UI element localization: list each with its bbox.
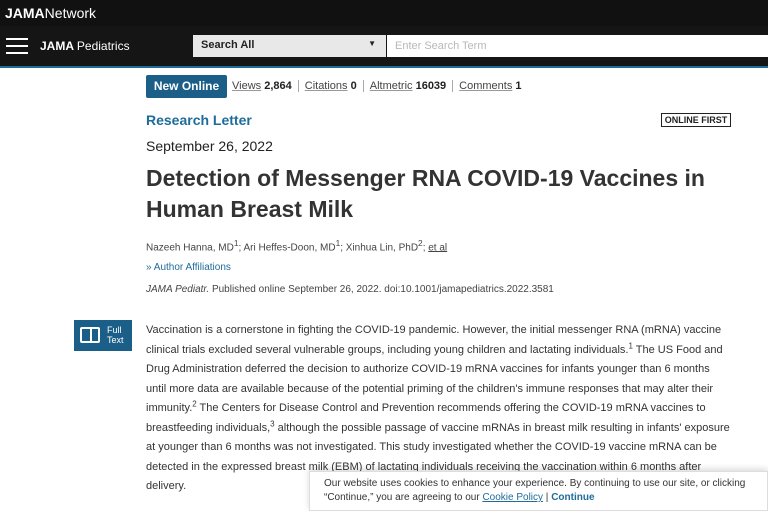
author-affiliations-toggle[interactable]: » Author Affiliations bbox=[146, 262, 231, 273]
metric-views[interactable]: Views 2,864 bbox=[232, 80, 299, 92]
publication-date: September 26, 2022 bbox=[146, 138, 273, 154]
article-title: Detection of Messenger RNA COVID-19 Vacc… bbox=[146, 165, 705, 222]
author-name[interactable]: Ari Heffes-Doon, MD bbox=[243, 242, 335, 253]
cookie-policy-link[interactable]: Cookie Policy bbox=[482, 492, 543, 503]
journal-logo[interactable]: JAMA Pediatrics bbox=[40, 39, 130, 53]
hamburger-menu-icon[interactable] bbox=[6, 38, 28, 54]
continue-button[interactable]: Continue bbox=[551, 492, 594, 503]
chevron-right-icon: » bbox=[146, 262, 152, 273]
search-input[interactable] bbox=[387, 35, 768, 57]
jama-network-logo[interactable]: JAMANetwork bbox=[5, 5, 96, 21]
book-icon bbox=[80, 327, 100, 343]
chevron-down-icon: ▼ bbox=[368, 39, 376, 48]
metric-altmetric[interactable]: Altmetric 16039 bbox=[364, 80, 454, 92]
author-list: Nazeeh Hanna, MD1; Ari Heffes-Doon, MD1;… bbox=[146, 238, 448, 254]
author-name[interactable]: Xinhua Lin, PhD bbox=[346, 242, 418, 253]
article-metrics: Views 2,864 Citations 0 Altmetric 16039 Com… bbox=[232, 80, 528, 92]
et-al-link[interactable]: et al bbox=[428, 242, 447, 253]
top-bar: JAMANetwork bbox=[0, 0, 768, 26]
search-scope-select[interactable]: Search All ▼ bbox=[193, 35, 386, 57]
article-type[interactable]: Research Letter bbox=[146, 112, 252, 128]
full-text-button[interactable]: Full Text bbox=[74, 320, 132, 351]
author-name[interactable]: Nazeeh Hanna, MD bbox=[146, 242, 234, 253]
online-first-badge: ONLINE FIRST bbox=[661, 113, 731, 127]
new-online-badge[interactable]: New Online bbox=[146, 75, 227, 98]
citation-line: JAMA Pediatr. Published online September… bbox=[146, 284, 554, 295]
metric-comments[interactable]: Comments 1 bbox=[453, 80, 527, 92]
metric-citations[interactable]: Citations 0 bbox=[299, 80, 364, 92]
cookie-banner: Our website uses cookies to enhance your… bbox=[309, 471, 768, 511]
header-divider bbox=[0, 66, 768, 68]
